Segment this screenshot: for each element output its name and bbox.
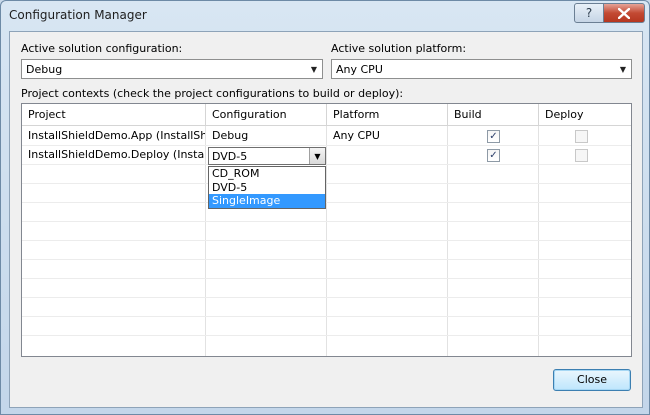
active-config-value: Debug	[26, 62, 63, 76]
dropdown-option-cd-rom[interactable]: CD_ROM	[209, 167, 325, 181]
row-divider	[22, 164, 631, 165]
chevron-down-icon[interactable]: ▼	[309, 148, 325, 164]
row2-deploy-checkbox	[575, 149, 588, 162]
row-divider	[22, 183, 631, 184]
row1-configuration[interactable]: Debug	[206, 127, 326, 145]
row-divider	[22, 221, 631, 222]
row-divider	[22, 335, 631, 336]
project-contexts-grid: Project Configuration Platform Build Dep…	[21, 103, 632, 357]
window-title: Configuration Manager	[9, 8, 147, 22]
row1-deploy-checkbox	[575, 130, 588, 143]
dialog-body: Active solution configuration: Debug ▼ A…	[9, 31, 643, 408]
row1-project: InstallShieldDemo.App (InstallShiel...	[28, 129, 205, 142]
help-button[interactable]: ?	[574, 3, 604, 23]
chevron-down-icon: ▼	[310, 64, 318, 74]
row2-configuration-combo[interactable]: DVD-5 ▼	[208, 147, 326, 165]
project-contexts-label: Project contexts (check the project conf…	[21, 87, 404, 100]
row2-configuration-value: DVD-5	[212, 149, 248, 163]
row2-project: InstallShieldDemo.Deploy (InstallS...	[28, 148, 205, 161]
active-platform-label: Active solution platform:	[331, 42, 467, 55]
column-divider	[205, 126, 206, 356]
row-divider	[22, 240, 631, 241]
chevron-down-icon: ▼	[619, 64, 627, 74]
row-divider	[22, 316, 631, 317]
row-divider	[22, 297, 631, 298]
configuration-manager-window: Configuration Manager ? Active solution …	[0, 0, 650, 415]
configuration-dropdown-list: CD_ROM DVD-5 SingleImage	[208, 166, 326, 209]
grid-header: Project Configuration Platform Build Dep…	[22, 104, 631, 126]
row1-build-checkbox[interactable]: ✓	[487, 130, 500, 143]
dropdown-option-singleimage[interactable]: SingleImage	[209, 194, 325, 208]
header-platform[interactable]: Platform	[327, 104, 448, 126]
row-divider	[22, 278, 631, 279]
row-divider	[22, 259, 631, 260]
header-build[interactable]: Build	[448, 104, 539, 126]
row1-platform[interactable]: Any CPU	[327, 127, 447, 145]
header-project[interactable]: Project	[22, 104, 206, 126]
row2-build-checkbox[interactable]: ✓	[487, 149, 500, 162]
header-deploy[interactable]: Deploy	[539, 104, 631, 126]
row2-platform[interactable]	[327, 146, 447, 164]
active-platform-combo[interactable]: Any CPU ▼	[331, 59, 632, 79]
close-icon	[618, 7, 630, 19]
window-close-button[interactable]	[603, 3, 645, 23]
row-divider	[22, 202, 631, 203]
active-config-label: Active solution configuration:	[21, 42, 183, 55]
close-button[interactable]: Close	[553, 369, 631, 391]
column-divider	[538, 126, 539, 356]
active-platform-value: Any CPU	[336, 62, 383, 76]
dropdown-option-dvd-5[interactable]: DVD-5	[209, 181, 325, 195]
header-configuration[interactable]: Configuration	[206, 104, 327, 126]
active-config-combo[interactable]: Debug ▼	[21, 59, 323, 79]
column-divider	[447, 126, 448, 356]
